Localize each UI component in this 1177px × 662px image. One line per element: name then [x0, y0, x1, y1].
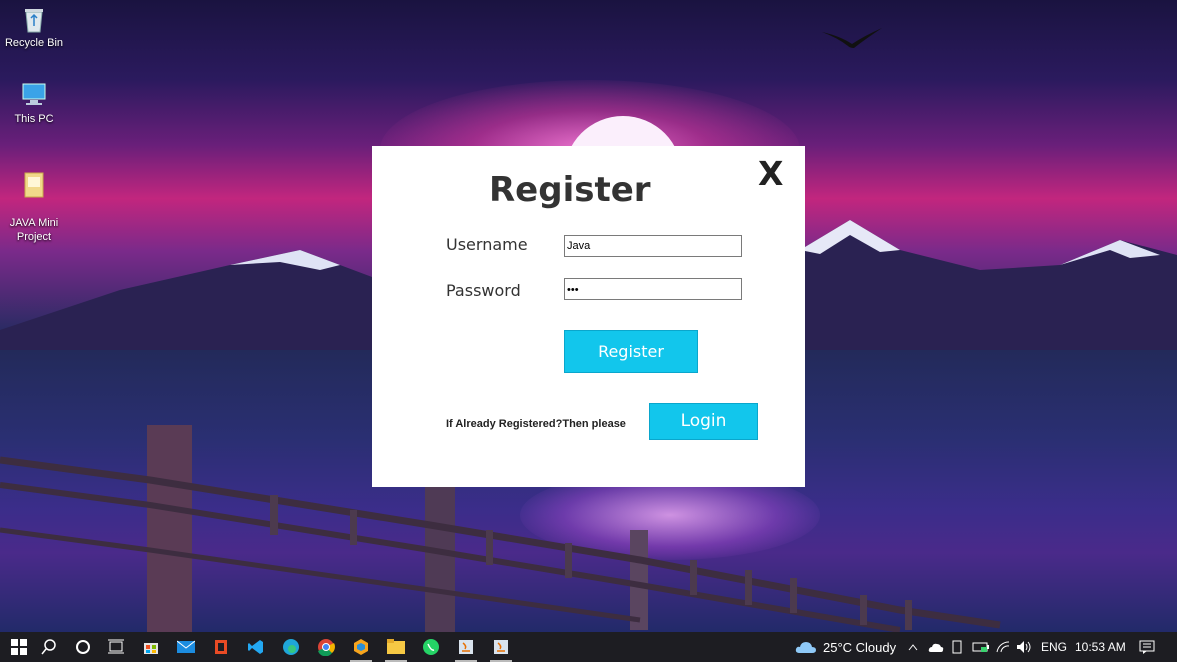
folder-icon: [24, 172, 44, 198]
password-label: Password: [446, 281, 521, 300]
desktop-icon-label: Recycle Bin: [4, 37, 64, 49]
register-button[interactable]: Register: [564, 330, 698, 373]
desktop-icon-this-pc[interactable]: This PC: [2, 80, 66, 126]
java-icon: [459, 640, 473, 654]
folder-icon: [387, 639, 405, 654]
taskbar-whatsapp[interactable]: [414, 632, 448, 662]
taskbar-vscode[interactable]: [239, 632, 273, 662]
search-button[interactable]: [32, 632, 66, 662]
windows-icon: [11, 639, 27, 655]
task-view-button[interactable]: [99, 632, 133, 662]
recycle-bin-icon: [25, 9, 43, 33]
notifications-icon[interactable]: [1139, 640, 1155, 655]
office-icon: [215, 640, 227, 654]
taskbar-store[interactable]: [134, 632, 168, 662]
desktop-icon-recycle-bin[interactable]: Recycle Bin: [2, 4, 66, 50]
login-prompt: If Already Registered?Then please: [446, 418, 626, 430]
start-button[interactable]: [2, 632, 36, 662]
close-button[interactable]: X: [758, 154, 783, 193]
chrome-icon: [318, 639, 335, 656]
app-cube-icon: [354, 639, 368, 655]
taskbar-java-app[interactable]: [344, 632, 378, 662]
username-field[interactable]: Java: [564, 235, 742, 257]
wifi-icon[interactable]: [996, 641, 1010, 653]
taskbar: 25°C Cloudy ENG 10:53 AM: [0, 632, 1177, 662]
store-icon: [144, 643, 158, 654]
task-view-icon: [108, 639, 124, 654]
desktop-icon-label: JAVA Mini Project: [9, 217, 59, 243]
whatsapp-icon: [423, 639, 439, 655]
language-indicator[interactable]: ENG: [1041, 640, 1067, 654]
password-field[interactable]: •••: [564, 278, 742, 300]
dialog-title: Register: [489, 170, 651, 210]
taskbar-office[interactable]: [204, 632, 238, 662]
chevron-up-icon[interactable]: [908, 643, 918, 651]
clock[interactable]: 10:53 AM: [1075, 640, 1126, 654]
weather-text[interactable]: 25°C Cloudy: [823, 640, 896, 655]
cloud-icon: [795, 642, 816, 653]
taskbar-java-window-1[interactable]: [449, 632, 483, 662]
mail-icon: [177, 640, 195, 653]
search-icon: [41, 639, 56, 655]
computer-icon: [22, 83, 46, 105]
battery-icon[interactable]: [972, 641, 990, 653]
taskbar-java-window-2[interactable]: [484, 632, 518, 662]
java-icon: [494, 640, 508, 654]
username-label: Username: [446, 235, 528, 254]
register-dialog: Register X Username Java Password ••• Re…: [372, 146, 805, 487]
taskbar-mail[interactable]: [169, 632, 203, 662]
edge-icon: [283, 639, 299, 655]
onedrive-icon[interactable]: [928, 641, 944, 653]
vscode-icon: [248, 640, 263, 654]
cortana-button[interactable]: [66, 632, 100, 662]
login-button[interactable]: Login: [649, 403, 758, 440]
bird-silhouette: [822, 28, 882, 48]
volume-icon[interactable]: [1016, 640, 1032, 654]
desktop-icon-java-mini-project[interactable]: JAVA Mini Project: [2, 156, 66, 244]
phone-link-icon[interactable]: [952, 640, 964, 654]
taskbar-file-explorer[interactable]: [379, 632, 413, 662]
taskbar-edge[interactable]: [274, 632, 308, 662]
desktop-icon-label: This PC: [14, 113, 54, 125]
taskbar-chrome[interactable]: [309, 632, 343, 662]
cortana-icon: [76, 640, 90, 654]
